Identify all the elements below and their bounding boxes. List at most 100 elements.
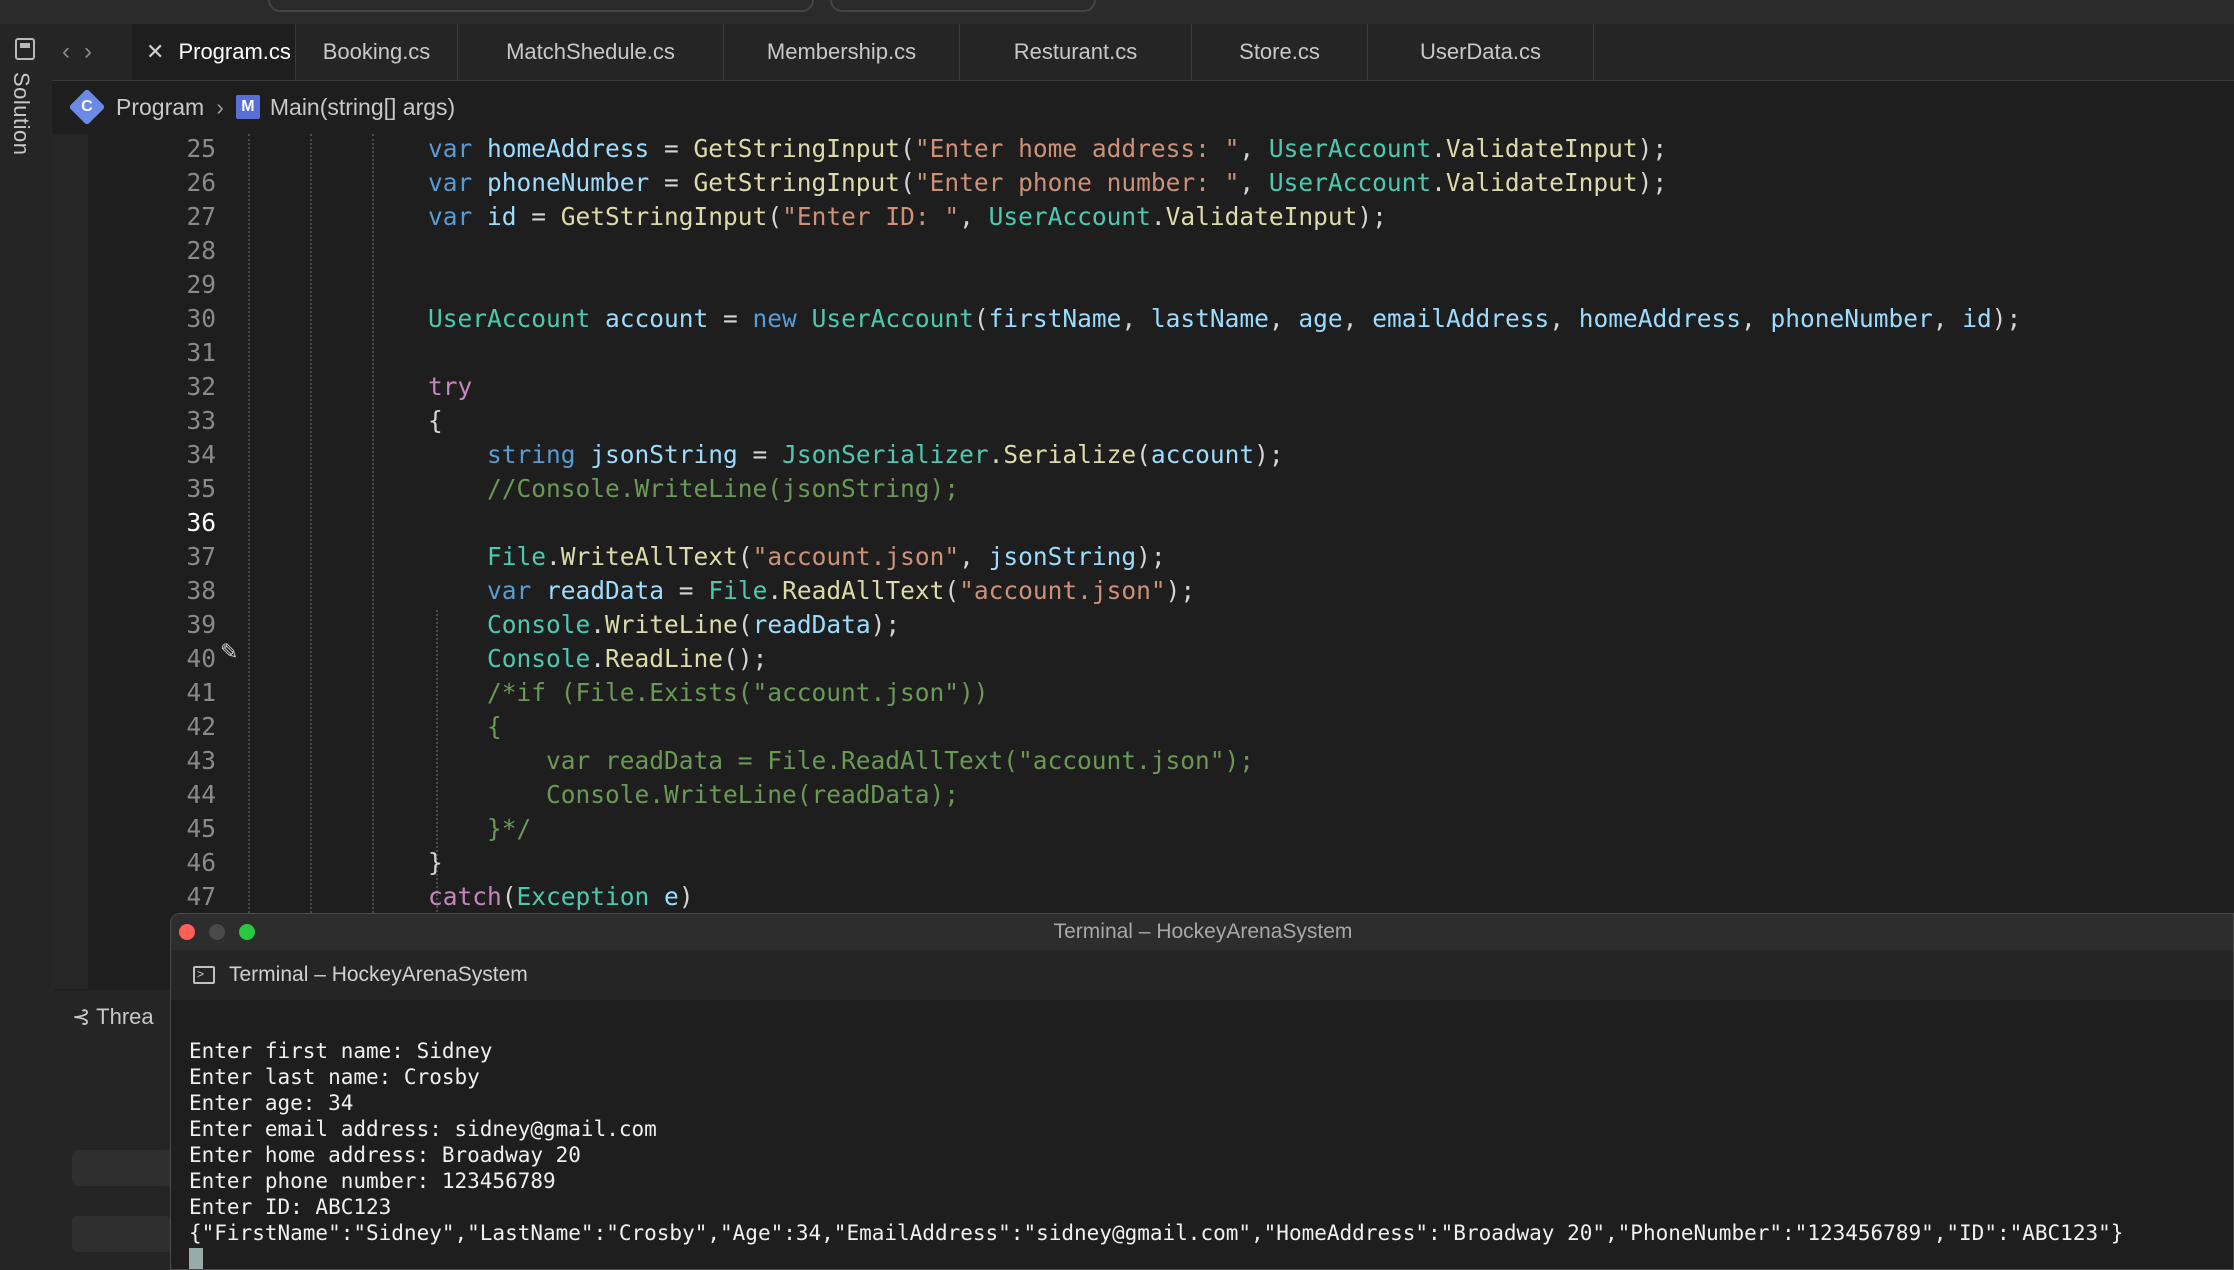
- threads-label: Threa: [96, 1004, 154, 1029]
- code-line[interactable]: 43 var readData = File.ReadAllText("acco…: [52, 744, 2234, 778]
- line-number[interactable]: 40: [112, 642, 216, 676]
- solution-sidebar-strip[interactable]: Solution: [0, 24, 53, 1270]
- code-line[interactable]: 30 UserAccount account = new UserAccount(…: [52, 302, 2234, 336]
- code-text[interactable]: var readData = File.ReadAllText("account…: [428, 744, 1254, 778]
- line-number[interactable]: 37: [112, 540, 216, 574]
- code-line[interactable]: 32 try: [52, 370, 2234, 404]
- code-line[interactable]: 38 var readData = File.ReadAllText("acco…: [52, 574, 2234, 608]
- line-number[interactable]: 30: [112, 302, 216, 336]
- solution-label[interactable]: Solution: [8, 72, 34, 156]
- code-line[interactable]: 31: [52, 336, 2234, 370]
- line-number[interactable]: 27: [112, 200, 216, 234]
- code-text[interactable]: /*if (File.Exists("account.json")): [428, 676, 989, 710]
- code-text[interactable]: File.WriteAllText("account.json", jsonSt…: [428, 540, 1166, 574]
- code-token: }*/: [487, 814, 532, 843]
- line-number[interactable]: 43: [112, 744, 216, 778]
- line-number[interactable]: 41: [112, 676, 216, 710]
- code-text[interactable]: Console.WriteLine(readData);: [428, 608, 900, 642]
- code-text[interactable]: }*/: [428, 812, 531, 846]
- threads-tab[interactable]: ⊰ Threa: [72, 1004, 154, 1030]
- code-line[interactable]: 34 string jsonString = JsonSerializer.Se…: [52, 438, 2234, 472]
- code-token: homeAddress: [1578, 304, 1741, 333]
- code-text[interactable]: UserAccount account = new UserAccount(fi…: [428, 302, 2021, 336]
- breadcrumb: C Program › M Main(string[] args): [52, 81, 2234, 133]
- code-text[interactable]: string jsonString = JsonSerializer.Seria…: [428, 438, 1284, 472]
- line-number[interactable]: 26: [112, 166, 216, 200]
- line-number[interactable]: 34: [112, 438, 216, 472]
- method-icon: M: [235, 95, 260, 119]
- code-text[interactable]: var readData = File.ReadAllText("account…: [428, 574, 1195, 608]
- line-number[interactable]: 31: [112, 336, 216, 370]
- code-line[interactable]: 41 /*if (File.Exists("account.json")): [52, 676, 2234, 710]
- code-line[interactable]: 35 //Console.WriteLine(jsonString);: [52, 472, 2234, 506]
- chevron-left-icon[interactable]: ‹: [62, 38, 70, 66]
- chevron-right-icon[interactable]: ›: [84, 38, 92, 66]
- code-line[interactable]: 27 var id = GetStringInput("Enter ID: ", …: [52, 200, 2234, 234]
- code-line[interactable]: 29: [52, 268, 2234, 302]
- line-number[interactable]: 25: [112, 134, 216, 166]
- code-text[interactable]: Console.WriteLine(readData);: [428, 778, 959, 812]
- code-text[interactable]: var homeAddress = GetStringInput("Enter …: [428, 134, 1667, 166]
- code-line[interactable]: 40 Console.ReadLine();: [52, 642, 2234, 676]
- line-number[interactable]: 46: [112, 846, 216, 880]
- code-text[interactable]: var id = GetStringInput("Enter ID: ", Us…: [428, 200, 1387, 234]
- code-text[interactable]: //Console.WriteLine(jsonString);: [428, 472, 959, 506]
- terminal-prompt-line[interactable]: [189, 1246, 2123, 1269]
- line-number[interactable]: 42: [112, 710, 216, 744]
- tab-matchshedule-cs[interactable]: MatchShedule.cs: [458, 24, 724, 80]
- tab-userdata-cs[interactable]: UserData.cs: [1368, 24, 1594, 80]
- code-token: "account.json": [752, 542, 960, 571]
- tab-store-cs[interactable]: Store.cs: [1192, 24, 1368, 80]
- terminal-titlebar[interactable]: Terminal – HockeyArenaSystem: [171, 914, 2233, 950]
- code-text[interactable]: {: [428, 710, 502, 744]
- code-line[interactable]: 42 {: [52, 710, 2234, 744]
- minimize-window-button[interactable]: [209, 924, 225, 940]
- line-number[interactable]: 32: [112, 370, 216, 404]
- code-line[interactable]: 33 {: [52, 404, 2234, 438]
- line-number[interactable]: 39: [112, 608, 216, 642]
- tab-program-cs[interactable]: ✕ Program.cs: [132, 24, 296, 80]
- line-number[interactable]: 47: [112, 880, 216, 914]
- line-number[interactable]: 45: [112, 812, 216, 846]
- code-token: ,: [1268, 304, 1299, 333]
- solution-panel-icon[interactable]: [15, 38, 35, 60]
- line-number[interactable]: 33: [112, 404, 216, 438]
- close-window-button[interactable]: [179, 924, 195, 940]
- code-token: File: [487, 542, 547, 571]
- terminal-window[interactable]: Terminal – HockeyArenaSystem > Terminal …: [170, 913, 2234, 1270]
- code-line[interactable]: 37 File.WriteAllText("account.json", jso…: [52, 540, 2234, 574]
- tab-membership-cs[interactable]: Membership.cs: [724, 24, 960, 80]
- code-line[interactable]: 46}: [52, 846, 2234, 880]
- code-line[interactable]: 45 }*/: [52, 812, 2234, 846]
- code-line[interactable]: 25 var homeAddress = GetStringInput("Ente…: [52, 134, 2234, 166]
- tab-resturant-cs[interactable]: Resturant.cs: [960, 24, 1192, 80]
- code-token: WriteAllText: [560, 542, 738, 571]
- code-line[interactable]: 47 catch(Exception e): [52, 880, 2234, 914]
- code-editor[interactable]: ✎ 25 var homeAddress = GetStringInput("En…: [52, 134, 2234, 989]
- code-line[interactable]: 36: [52, 506, 2234, 540]
- breadcrumb-method[interactable]: Main(string[] args): [270, 94, 455, 121]
- terminal-output[interactable]: Enter first name: Sidney Enter last name:…: [189, 1038, 2123, 1269]
- tab-booking-cs[interactable]: Booking.cs: [296, 24, 458, 80]
- code-text[interactable]: }: [428, 846, 443, 880]
- line-number[interactable]: 44: [112, 778, 216, 812]
- code-line[interactable]: 28: [52, 234, 2234, 268]
- code-text[interactable]: {: [428, 404, 443, 438]
- code-text[interactable]: Console.ReadLine();: [428, 642, 767, 676]
- toolbar-field-right[interactable]: [830, 0, 1096, 12]
- toolbar-field-left[interactable]: [268, 0, 814, 12]
- close-icon[interactable]: ✕: [146, 39, 164, 65]
- line-number[interactable]: 36: [112, 506, 216, 540]
- line-number[interactable]: 29: [112, 268, 216, 302]
- maximize-window-button[interactable]: [239, 924, 255, 940]
- code-line[interactable]: 26 var phoneNumber = GetStringInput("Ente…: [52, 166, 2234, 200]
- code-line[interactable]: 44 Console.WriteLine(readData);: [52, 778, 2234, 812]
- code-text[interactable]: var phoneNumber = GetStringInput("Enter …: [428, 166, 1667, 200]
- line-number[interactable]: 38: [112, 574, 216, 608]
- code-text[interactable]: catch(Exception e): [428, 880, 694, 914]
- line-number[interactable]: 28: [112, 234, 216, 268]
- code-text[interactable]: try: [428, 370, 472, 404]
- line-number[interactable]: 35: [112, 472, 216, 506]
- code-line[interactable]: 39 Console.WriteLine(readData);: [52, 608, 2234, 642]
- breadcrumb-class[interactable]: Program: [116, 94, 204, 121]
